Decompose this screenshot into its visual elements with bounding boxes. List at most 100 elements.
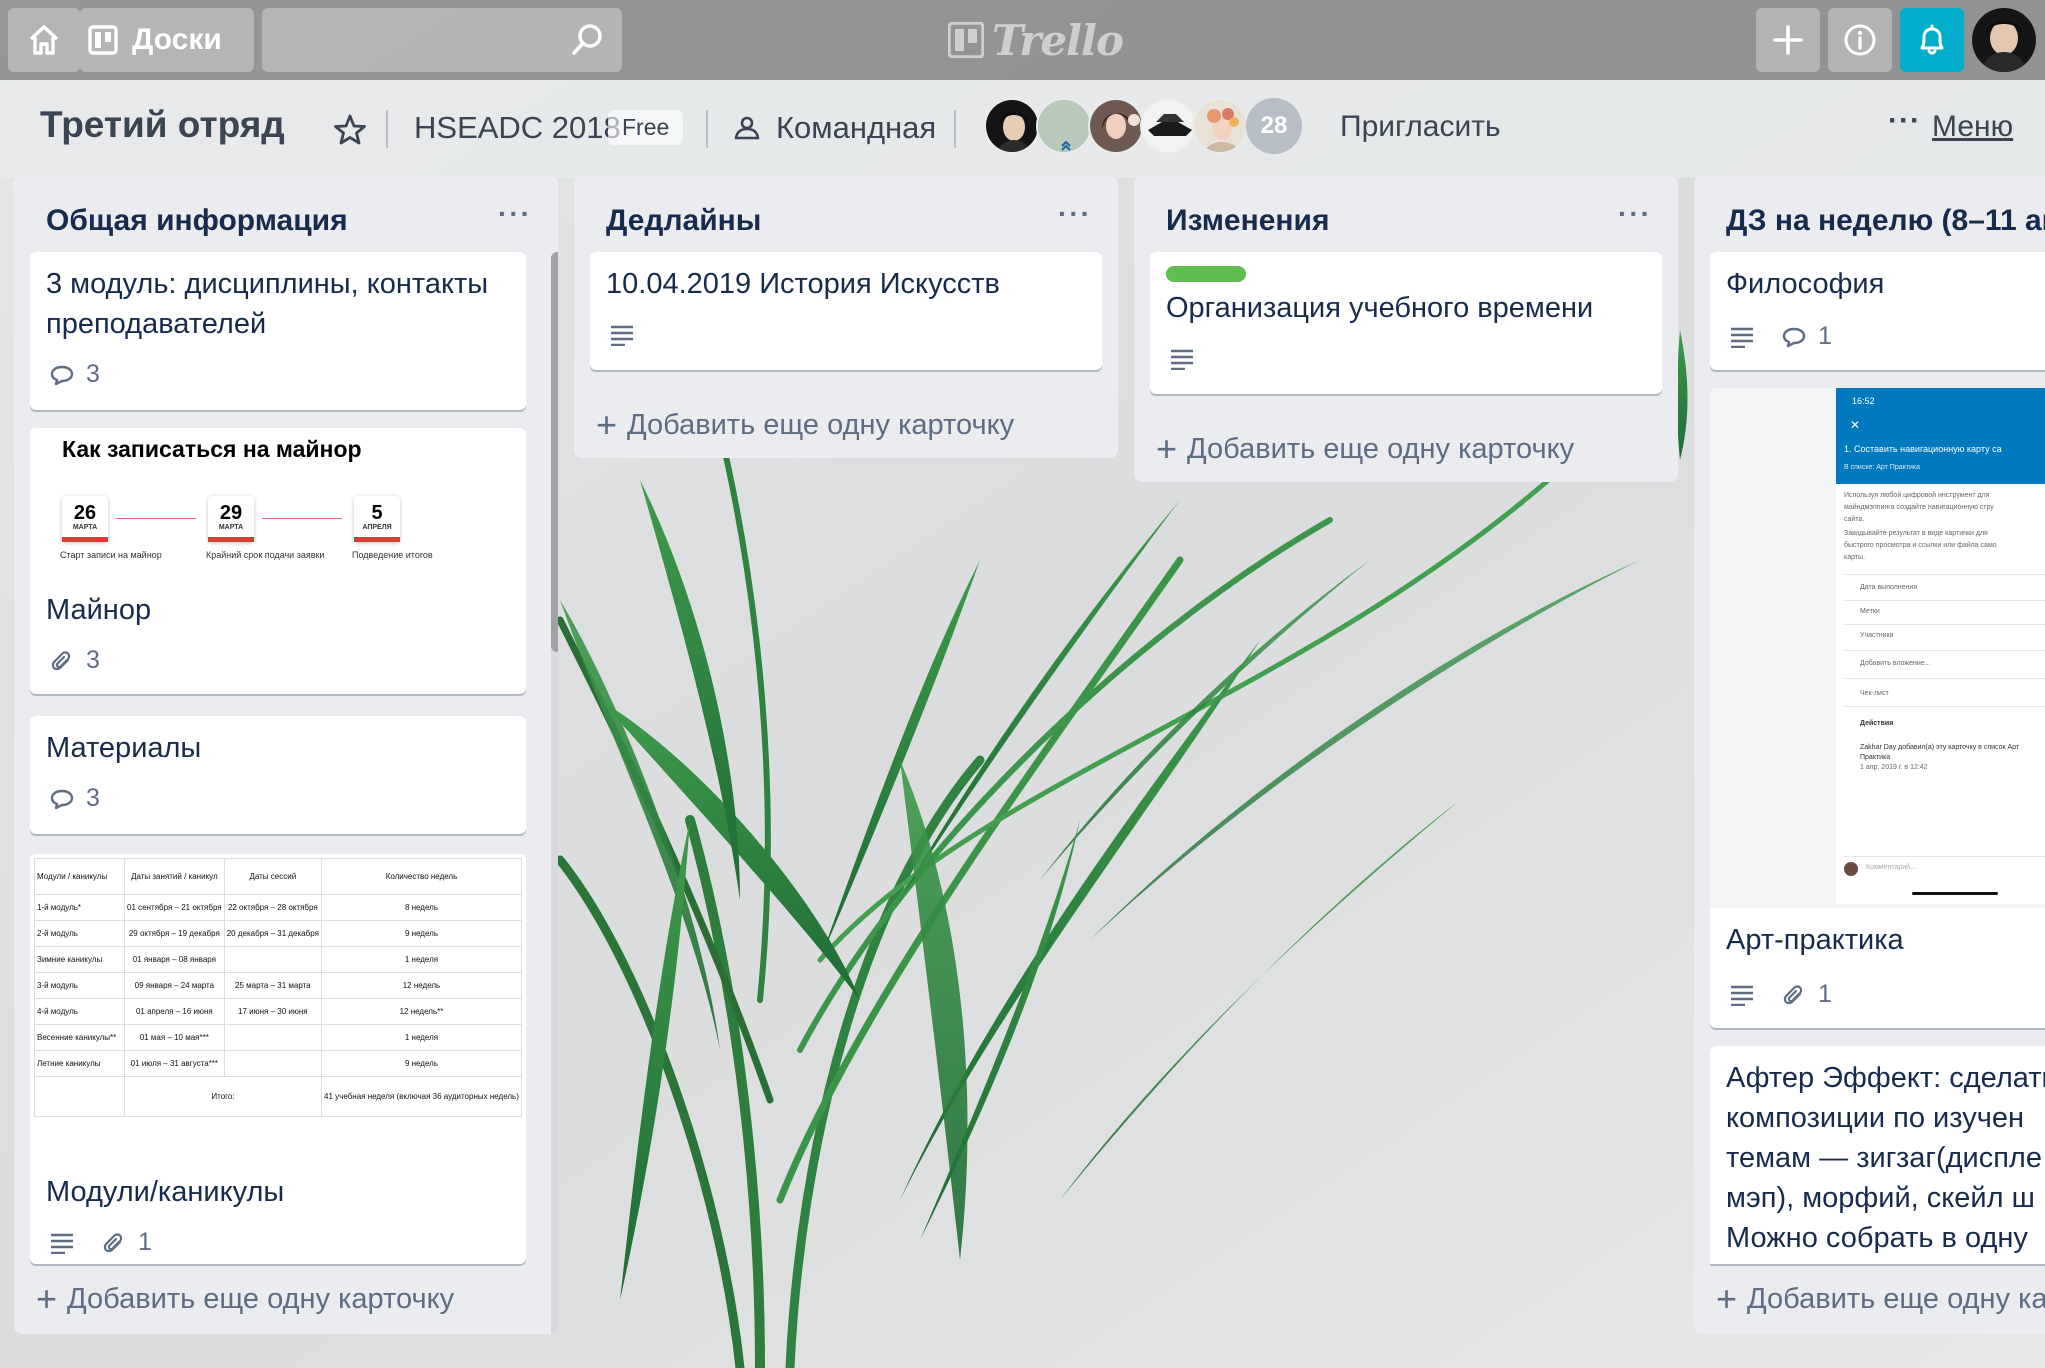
trello-logo[interactable]: Trello (948, 16, 1124, 65)
date-tile: 5 АПРЕЛЯ (354, 496, 400, 542)
date-month: АПРЕЛЯ (362, 524, 392, 531)
description-icon (1731, 327, 1753, 348)
member-count-badge[interactable]: 28 (1246, 98, 1302, 154)
table-cell: 01 мая – 10 мая*** (124, 1024, 225, 1051)
table-row: 1-й модуль* 01 сентября – 21 октября 22 … (34, 894, 523, 921)
add-card-label: Добавить еще одну ка (1747, 1282, 2045, 1315)
date-caption: Старт записи на майнор (60, 550, 162, 560)
card-philosophy[interactable]: Философия 1 (1710, 252, 2045, 370)
table-cell: 17 июня – 30 июня (223, 998, 322, 1025)
more-dots-icon[interactable]: ··· (1888, 104, 1921, 138)
table-cell: 1-й модуль* (34, 894, 125, 921)
member-avatar[interactable] (1088, 98, 1144, 154)
attachments-badge: 3 (50, 646, 100, 675)
card-badges: 3 (50, 784, 100, 813)
phone-time: 16:52 (1852, 396, 1875, 406)
date-day: 26 (73, 502, 97, 524)
visibility-button[interactable]: Командная (734, 110, 936, 146)
list-title[interactable]: ДЗ на неделю (8–11 апр (1726, 204, 2045, 238)
card-label-green[interactable] (1166, 266, 1246, 282)
list-scrollbar[interactable] (551, 252, 558, 1334)
table-cell: 12 недель (320, 972, 523, 999)
member-avatar[interactable] (1036, 98, 1092, 154)
member-avatar[interactable] (984, 98, 1040, 154)
plus-icon: + (1716, 1278, 1738, 1319)
card-title-line: Можно собрать в одну (1726, 1222, 2028, 1254)
phone-field: Метки (1860, 608, 1880, 615)
info-button[interactable] (1828, 8, 1892, 72)
board-title[interactable]: Третий отряд (40, 104, 285, 146)
star-button[interactable] (332, 112, 368, 148)
menu-button[interactable]: Меню (1932, 110, 2013, 144)
list-title[interactable]: Общая информация (46, 204, 348, 238)
close-icon: ✕ (1850, 418, 1861, 432)
card-badges: 3 (50, 646, 100, 675)
phone-desc-line: быстрого просмотра и ссылки или файла са… (1844, 542, 1997, 549)
phone-activity-line: 1 апр. 2019 г. в 12:42 (1860, 764, 1928, 771)
table-cell: 01 июля – 31 августа*** (124, 1050, 225, 1077)
boards-button[interactable]: Доски (80, 8, 254, 72)
phone-desc-line: сайта. (1844, 516, 1865, 523)
user-avatar[interactable] (1972, 8, 2036, 72)
card-module-3[interactable]: 3 модуль: дисциплины, контакты преподава… (30, 252, 526, 410)
add-card-button[interactable]: + Добавить еще одну карточку (1156, 428, 1574, 470)
attachments-count: 1 (138, 1228, 152, 1256)
add-card-button[interactable]: + Добавить еще одну карточку (596, 404, 1014, 446)
card-title: Майнор (46, 594, 152, 626)
phone-list-ref: В списке: Арт Практика (1844, 464, 1920, 471)
header-divider (954, 110, 956, 148)
list-title[interactable]: Изменения (1166, 204, 1329, 238)
card-title: Организация учебного времени (1166, 292, 1594, 324)
comments-count: 1 (1818, 322, 1832, 350)
card-title: 3 модуль: дисциплины, контакты преподава… (46, 264, 488, 344)
list-title[interactable]: Дедлайны (606, 204, 761, 238)
info-icon (1844, 24, 1876, 56)
attachments-badge: 1 (102, 1228, 152, 1257)
member-avatar[interactable] (1192, 98, 1248, 154)
card-title: Афтер Эффект: сделать композиции по изуч… (1726, 1058, 2045, 1258)
card-art-history-deadline[interactable]: 10.04.2019 История Искусств (590, 252, 1102, 370)
header-divider (386, 110, 388, 148)
table-cell: 20 декабря – 31 декабря (223, 920, 322, 947)
invite-button[interactable]: Пригласить (1340, 110, 1501, 144)
search-input[interactable] (262, 8, 622, 72)
phone-divider (1844, 600, 2045, 601)
table-cell: 1 неделя (320, 946, 523, 973)
add-card-button[interactable]: + Добавить еще одну карточку (36, 1278, 454, 1320)
card-title: Философия (1726, 268, 1885, 300)
phone-comment-placeholder: Комментарий... (1866, 864, 1916, 871)
paperclip-icon (51, 650, 71, 670)
card-badges: 1 (50, 1228, 152, 1257)
cover-heading: Как записаться на майнор (62, 436, 362, 462)
card-study-time[interactable]: Организация учебного времени (1150, 252, 1662, 394)
create-button[interactable] (1756, 8, 1820, 72)
header-divider (706, 110, 708, 148)
date-caption: Подведение итогов (352, 550, 433, 560)
card-after-effects[interactable]: Афтер Эффект: сделать композиции по изуч… (1710, 1046, 2045, 1264)
add-card-label: Добавить еще одну карточку (1187, 432, 1575, 465)
member-avatar[interactable] (1140, 98, 1196, 154)
card-modules-holidays[interactable]: Модули / каникулы Даты занятий / каникул… (30, 854, 526, 1264)
card-art-practice[interactable]: 16:52 ✕ 1. Составить навигационную карту… (1710, 388, 2045, 1028)
team-name[interactable]: HSEADC 2018 (414, 110, 621, 146)
list-menu-icon[interactable]: ··· (1618, 198, 1652, 230)
list-menu-icon[interactable]: ··· (1058, 198, 1092, 230)
notifications-button[interactable] (1900, 8, 1964, 72)
description-icon (1171, 349, 1193, 370)
card-majnor[interactable]: Как записаться на майнор 26 МАРТА 29 МАР… (30, 428, 526, 694)
list-general-info: Общая информация ··· 3 модуль: дисциплин… (14, 176, 558, 1334)
avatar-image (1972, 8, 2036, 72)
table-cell: 9 недель (320, 920, 523, 947)
card-materials[interactable]: Материалы 3 (30, 716, 526, 834)
home-button[interactable] (8, 8, 80, 72)
comments-badge: 3 (50, 360, 100, 389)
scrollbar-thumb[interactable] (551, 252, 558, 652)
table-cell: 01 января – 08 января (124, 946, 225, 973)
plus-icon: + (36, 1278, 58, 1319)
star-icon (334, 114, 366, 145)
card-title-line: композиции по изучен (1726, 1102, 2024, 1134)
list-menu-icon[interactable]: ··· (498, 198, 532, 230)
comment-icon (1782, 327, 1806, 347)
comments-count: 3 (86, 784, 100, 812)
add-card-button[interactable]: + Добавить еще одну ка (1716, 1278, 2045, 1320)
